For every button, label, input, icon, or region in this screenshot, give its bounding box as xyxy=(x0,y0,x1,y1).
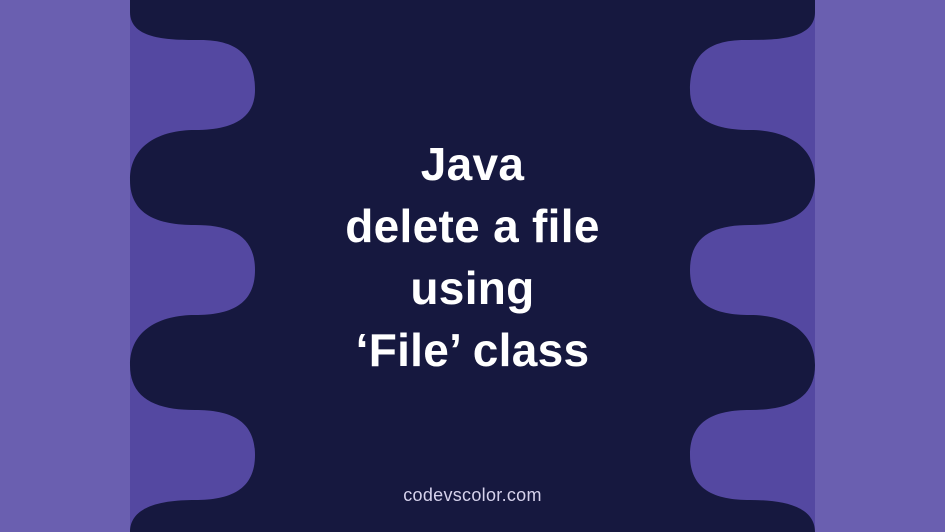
hero-content: Java delete a file using ‘File’ class xyxy=(0,0,945,532)
title-line-4: ‘File’ class xyxy=(356,324,590,376)
title-line-1: Java xyxy=(421,138,525,190)
hero-title: Java delete a file using ‘File’ class xyxy=(345,133,599,381)
title-line-2: delete a file xyxy=(345,200,599,252)
attribution-text: codevscolor.com xyxy=(403,485,542,506)
title-line-3: using xyxy=(410,262,534,314)
